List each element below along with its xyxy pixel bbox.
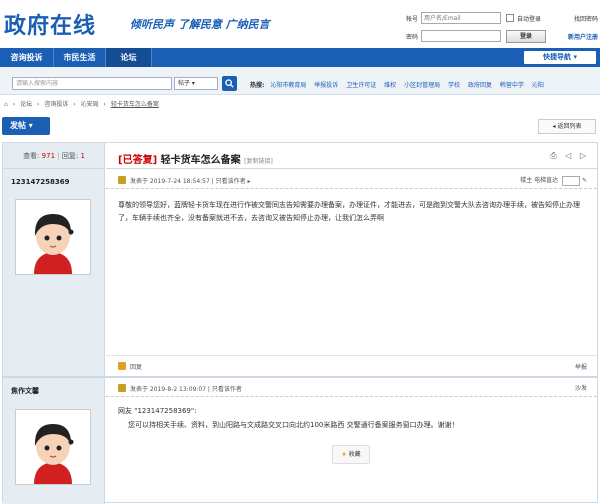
site-logo[interactable]: 政府在线 (4, 8, 96, 40)
hot-search-item[interactable]: 举报投诉 (314, 82, 338, 89)
hot-search: 热搜: 沁阳市教育局 举报投诉 卫生许可证 维权 小区封管理局 学校 政府回复 … (250, 80, 550, 89)
post-author[interactable]: 123147258369 (11, 178, 69, 186)
site-slogan: 倾听民声 了解民意 广纳民言 (130, 18, 270, 31)
account-label: 帐号 (405, 15, 418, 23)
reply-quote: 网友 "123147258369": (118, 407, 197, 415)
back-to-list-button[interactable]: ◂ 返回列表 (538, 119, 596, 134)
user-icon (118, 384, 126, 392)
breadcrumb-sep: › (12, 101, 16, 108)
hot-search-item[interactable]: 卫生许可证 (346, 82, 376, 89)
breadcrumb-item[interactable]: 轻卡货车怎么备案 (111, 101, 159, 108)
nav-item-forum[interactable]: 论坛 (106, 48, 152, 67)
nav-item-consult[interactable]: 咨询投诉 (0, 48, 54, 67)
thread-stats: 查看: 971 | 回复: 1 (3, 143, 105, 169)
nav-item-life[interactable]: 市民生活 (54, 48, 106, 67)
report-link[interactable]: 举报 (575, 362, 587, 371)
login-button[interactable]: 登录 (506, 29, 546, 43)
avatar-icon (16, 200, 90, 274)
avatar[interactable] (15, 409, 91, 485)
avatar-icon (16, 410, 90, 484)
search-icon (225, 79, 234, 88)
user-icon (118, 176, 126, 184)
post-footer: 回复 举报 (106, 355, 597, 375)
password-input[interactable] (421, 30, 501, 42)
hot-search-item[interactable]: 政府回复 (468, 82, 492, 89)
hot-search-label: 热搜: (250, 82, 265, 89)
post-meta[interactable]: 发表于 2019-7-24 18:54:57 | 只看该作者 ▸ (130, 176, 251, 185)
post-header: 发表于 2019-8-2 13:09:07 | 只看该作者 沙发 (106, 379, 597, 397)
find-password-link[interactable]: 找回密码 (574, 14, 598, 23)
star-icon: ★ (341, 451, 347, 458)
hot-search-item[interactable]: 小区封管理局 (404, 82, 440, 89)
main-nav: 咨询投诉 市民生活 论坛 快捷导航 ▾ (0, 48, 600, 67)
breadcrumb: ⌂ › 论坛 › 咨询投诉 › 沁安局 › 轻卡货车怎么备案 (4, 99, 162, 108)
search-button[interactable] (222, 76, 237, 91)
post-body: 尊敬的领导您好，蓝牌轻卡货车现在进行作被交警同志告知需要办理备案，办理证件，才能… (118, 201, 580, 222)
reply-icon (118, 362, 126, 370)
breadcrumb-sep: › (37, 101, 40, 108)
post-body: 您可以持相关手续、资料，到山阳路与文成路交叉口向北约100米路西 交警通行备案服… (128, 421, 459, 429)
breadcrumb-sep: › (73, 101, 76, 108)
new-post-button[interactable]: 发帖 ▾ (2, 117, 50, 135)
hot-search-item[interactable]: 维权 (384, 82, 396, 89)
copy-link[interactable]: [复制链接] (244, 158, 273, 165)
view-count: 971 (41, 152, 56, 160)
search-type-select[interactable]: 帖子 ▾ (174, 77, 218, 90)
breadcrumb-item[interactable]: 论坛 (20, 101, 32, 108)
breadcrumb-item[interactable]: 沁安局 (81, 101, 99, 108)
hot-search-item[interactable]: 沁阳 (532, 82, 544, 89)
post-author[interactable]: 焦作文馨 (11, 386, 39, 396)
thread-title-bar: [已答复] 轻卡货车怎么备案 [复制链接] ⎙ ◁ ▷ (106, 143, 597, 169)
login-panel: 帐号 自动登录 找回密码 密码 登录 新用户注册 (398, 10, 598, 46)
breadcrumb-sep: › (103, 101, 106, 108)
print-prev-next-icons[interactable]: ⎙ ◁ ▷ (550, 151, 589, 161)
account-input[interactable] (421, 12, 501, 24)
hot-search-item[interactable]: 韩营中学 (500, 82, 524, 89)
search-input[interactable]: 请输入搜索内容 (12, 77, 172, 90)
avatar[interactable] (15, 199, 91, 275)
auto-login-label: 自动登录 (517, 15, 542, 23)
quick-nav-button[interactable]: 快捷导航 ▾ (524, 51, 596, 64)
floor-jump[interactable]: 楼主 电梯直达 ✎ (520, 175, 587, 186)
favorite-button[interactable]: ★ 收藏 (332, 445, 370, 464)
status-badge: [已答复] (118, 155, 158, 166)
register-link[interactable]: 新用户注册 (568, 32, 598, 41)
pencil-icon[interactable]: ✎ (582, 177, 587, 184)
post-header: 发表于 2019-7-24 18:54:57 | 只看该作者 ▸ 楼主 电梯直达… (106, 171, 597, 189)
home-icon[interactable]: ⌂ (4, 101, 8, 108)
header: 政府在线 倾听民声 了解民意 广纳民言 帐号 自动登录 找回密码 密码 登录 新… (0, 0, 600, 48)
post-divider (3, 376, 597, 378)
reply-count: 1 (80, 152, 85, 160)
search-bar: 请输入搜索内容 帖子 ▾ 热搜: 沁阳市教育局 举报投诉 卫生许可证 维权 小区… (0, 67, 600, 95)
breadcrumb-item[interactable]: 咨询投诉 (44, 101, 68, 108)
hot-search-item[interactable]: 沁阳市教育局 (270, 82, 306, 89)
post-meta[interactable]: 发表于 2019-8-2 13:09:07 | 只看该作者 (130, 384, 242, 393)
thread: 查看: 971 | 回复: 1 [已答复] 轻卡货车怎么备案 [复制链接] ⎙ … (2, 142, 598, 504)
hot-search-item[interactable]: 学校 (448, 82, 460, 89)
auto-login-checkbox[interactable] (506, 14, 514, 22)
password-label: 密码 (405, 33, 418, 41)
reply-link[interactable]: 回复 (130, 362, 142, 371)
thread-title: [已答复] 轻卡货车怎么备案 [复制链接] (118, 155, 273, 166)
floor-label[interactable]: 沙发 (575, 383, 587, 392)
